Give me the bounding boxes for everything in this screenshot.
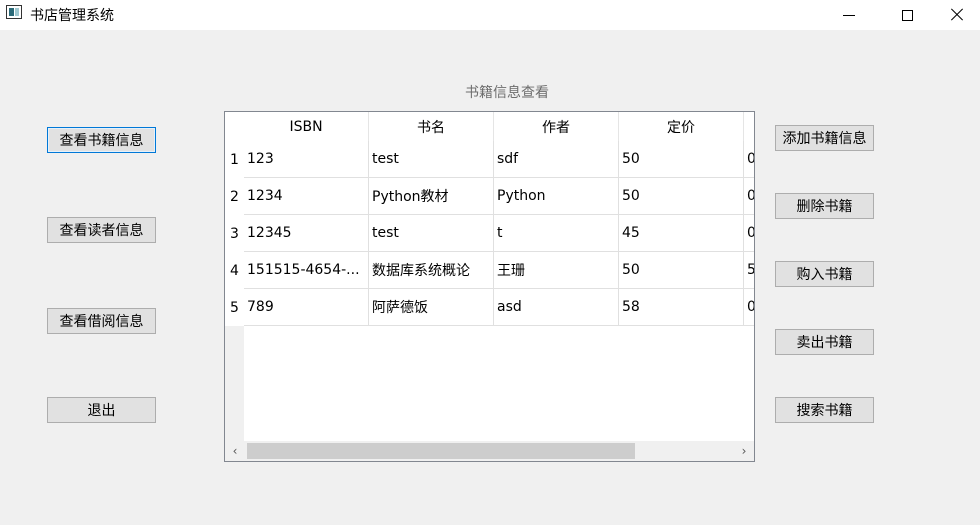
table-cell-title[interactable]: test: [369, 215, 494, 252]
table-cell-author[interactable]: sdf: [494, 141, 619, 178]
table-cell-isbn[interactable]: 123: [244, 141, 369, 178]
scrollbar-thumb[interactable]: [247, 443, 635, 459]
table-cell-title[interactable]: test: [369, 141, 494, 178]
table-cell-price[interactable]: 50: [619, 252, 744, 289]
table-cell-extra[interactable]: 0: [744, 178, 754, 215]
column-header-author[interactable]: 作者: [494, 112, 619, 141]
column-header-price[interactable]: 定价: [619, 112, 744, 141]
row-header[interactable]: 3: [225, 215, 244, 252]
table-cell-extra[interactable]: 5: [744, 252, 754, 289]
view-readers-button[interactable]: 查看读者信息: [47, 217, 156, 243]
column-header-extra[interactable]: [744, 112, 754, 141]
table-cell-author[interactable]: asd: [494, 289, 619, 326]
books-table[interactable]: ISBN 书名 作者 定价 1 123 test sdf 50 0 2 1234…: [224, 111, 755, 462]
sell-book-button[interactable]: 卖出书籍: [775, 329, 874, 355]
table-cell-price[interactable]: 45: [619, 215, 744, 252]
table-cell-price[interactable]: 58: [619, 289, 744, 326]
scroll-right-icon[interactable]: ›: [734, 441, 754, 461]
buy-book-button[interactable]: 购入书籍: [775, 261, 874, 287]
window-title: 书店管理系统: [30, 8, 114, 24]
view-borrows-button[interactable]: 查看借阅信息: [47, 308, 156, 334]
table-cell-extra[interactable]: 0: [744, 141, 754, 178]
panel-title: 书籍信息查看: [465, 85, 549, 101]
table-cell-isbn[interactable]: 151515-4654-...: [244, 252, 369, 289]
search-book-button[interactable]: 搜索书籍: [775, 397, 874, 423]
table-cell-isbn[interactable]: 12345: [244, 215, 369, 252]
table-cell-title[interactable]: 阿萨德饭: [369, 289, 494, 326]
title-bar: 书店管理系统: [0, 0, 980, 30]
exit-button[interactable]: 退出: [47, 397, 156, 423]
table-cell-author[interactable]: t: [494, 215, 619, 252]
column-header-isbn[interactable]: ISBN: [244, 112, 369, 141]
vertical-header-background: [225, 326, 244, 441]
horizontal-scrollbar[interactable]: ‹ ›: [225, 441, 754, 461]
view-books-button[interactable]: 查看书籍信息: [47, 127, 156, 153]
add-book-button[interactable]: 添加书籍信息: [775, 125, 874, 151]
row-header[interactable]: 2: [225, 178, 244, 215]
maximize-button[interactable]: [884, 0, 930, 30]
close-icon: [950, 8, 964, 22]
table-cell-price[interactable]: 50: [619, 178, 744, 215]
minimize-button[interactable]: [826, 0, 872, 30]
table-cell-isbn[interactable]: 1234: [244, 178, 369, 215]
minimize-icon: [843, 14, 855, 16]
table-cell-title[interactable]: 数据库系统概论: [369, 252, 494, 289]
table-cell-author[interactable]: Python: [494, 178, 619, 215]
row-header[interactable]: 1: [225, 141, 244, 178]
table-cell-author[interactable]: 王珊: [494, 252, 619, 289]
app-icon: [6, 5, 22, 19]
table-cell-extra[interactable]: 0: [744, 289, 754, 326]
table-cell-price[interactable]: 50: [619, 141, 744, 178]
row-header[interactable]: 5: [225, 289, 244, 326]
maximize-icon: [901, 9, 913, 21]
delete-book-button[interactable]: 删除书籍: [775, 193, 874, 219]
column-header-title[interactable]: 书名: [369, 112, 494, 141]
table-cell-title[interactable]: Python教材: [369, 178, 494, 215]
close-button[interactable]: [934, 0, 980, 30]
table-corner: [225, 112, 244, 141]
row-header[interactable]: 4: [225, 252, 244, 289]
table-cell-extra[interactable]: 0: [744, 215, 754, 252]
scroll-left-icon[interactable]: ‹: [225, 441, 245, 461]
table-cell-isbn[interactable]: 789: [244, 289, 369, 326]
